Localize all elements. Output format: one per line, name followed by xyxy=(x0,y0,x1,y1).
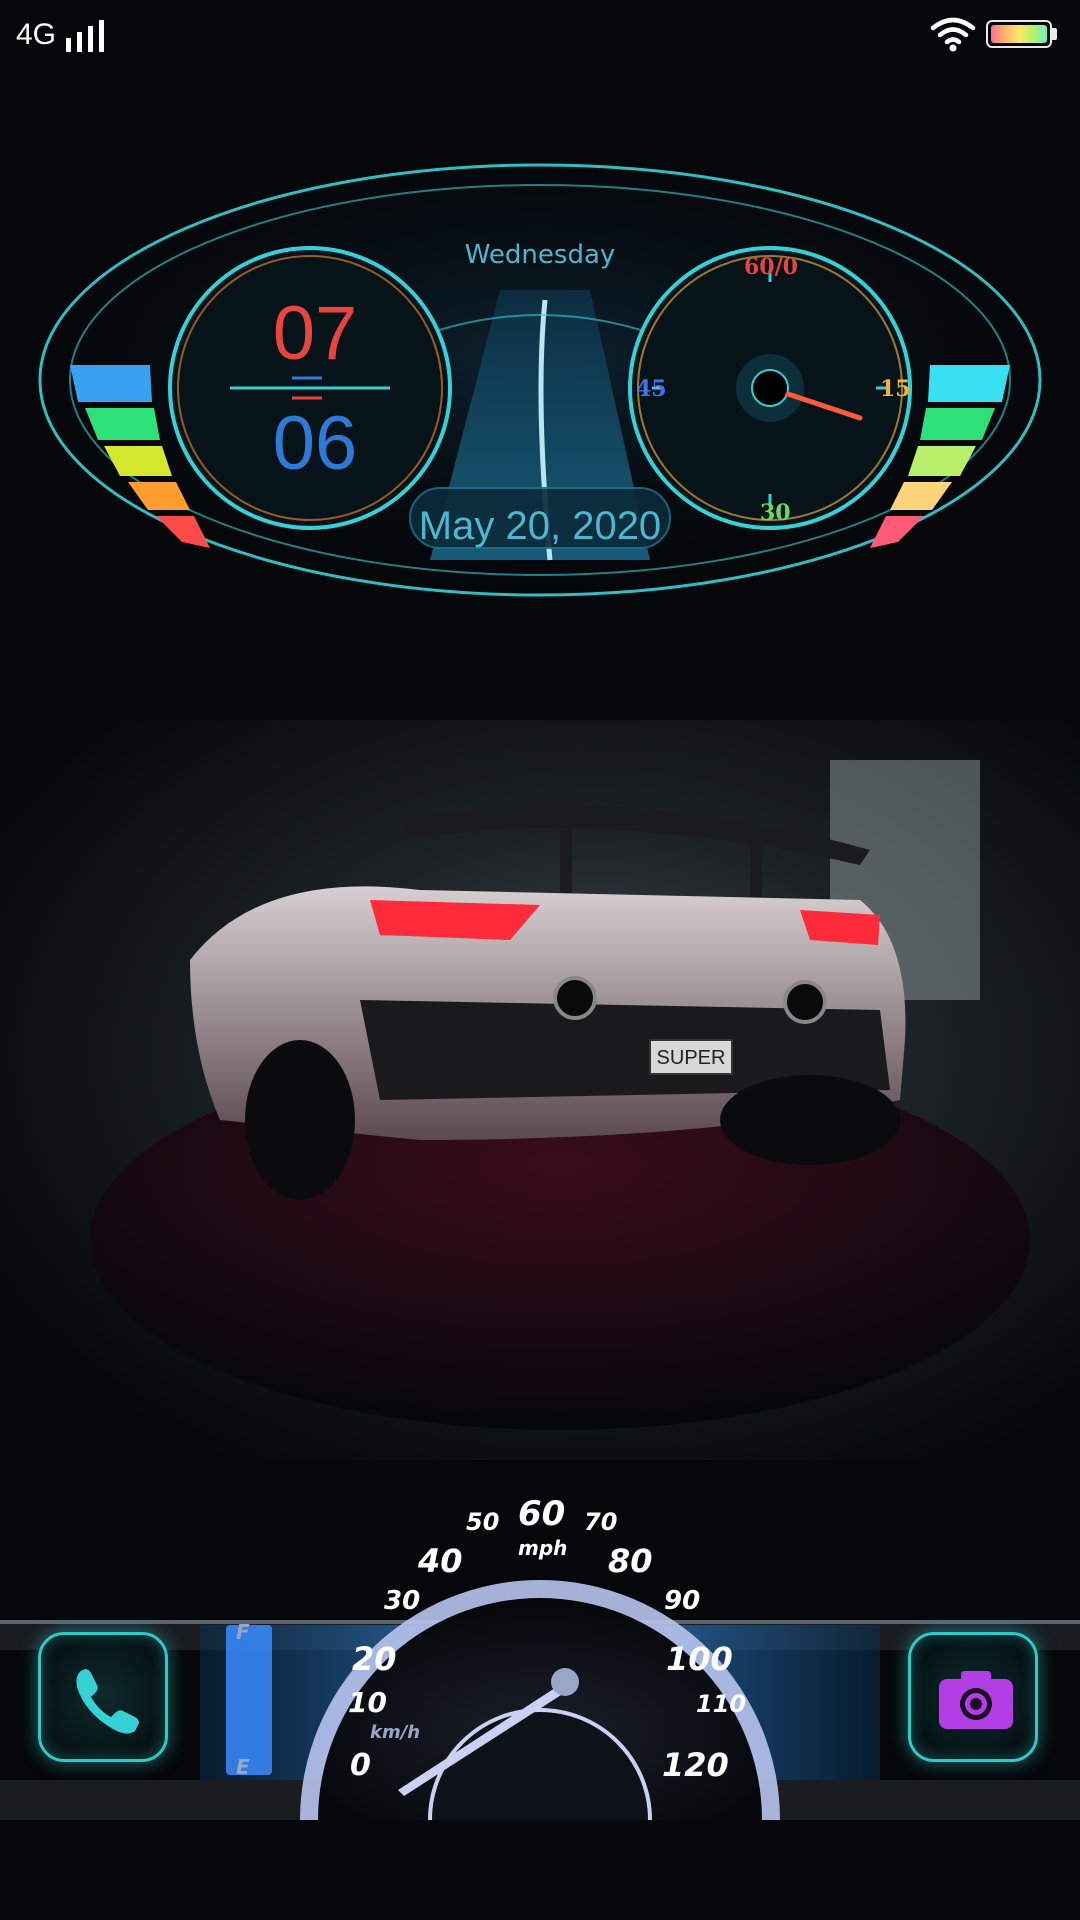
speed-label: 0 xyxy=(350,1748,371,1783)
speed-label: 10 xyxy=(348,1686,387,1719)
camera-app-button[interactable] xyxy=(908,1632,1038,1762)
phone-icon xyxy=(76,1669,139,1734)
speed-unit: mph xyxy=(518,1536,568,1560)
camera-icon xyxy=(939,1671,1013,1729)
weekday-label: Wednesday xyxy=(464,240,616,270)
speed-label: 100 xyxy=(666,1640,733,1678)
license-plate-text: SUPER xyxy=(657,1047,726,1069)
speed-label: 40 xyxy=(418,1542,463,1580)
dial-label-top: 60/0 xyxy=(744,254,798,280)
car-wallpaper-image: SUPER xyxy=(0,720,1080,1460)
clock-hours: 07 xyxy=(272,291,358,376)
phone-app-button[interactable] xyxy=(38,1632,168,1762)
dial-label-left: 45 xyxy=(636,376,667,402)
date-label: May 20, 2020 xyxy=(418,504,662,548)
speed-label: 120 xyxy=(662,1746,729,1784)
clock-minutes: 06 xyxy=(272,401,358,486)
dial-label-bottom: 30 xyxy=(760,500,791,526)
speed-label: 30 xyxy=(384,1586,421,1616)
battery-icon xyxy=(986,20,1052,48)
speed-label: 80 xyxy=(608,1542,653,1580)
speed-label: 20 xyxy=(352,1640,397,1678)
dial-label-right: 15 xyxy=(880,376,911,402)
speed-label: 90 xyxy=(664,1586,701,1616)
fuel-full-label: F xyxy=(236,1620,250,1644)
speed-label: 50 xyxy=(466,1508,500,1536)
status-bar: 4G xyxy=(0,0,1080,70)
battery-tip xyxy=(1052,28,1057,40)
fuel-empty-label: E xyxy=(236,1755,250,1779)
speed-label: 70 xyxy=(584,1508,618,1536)
signal-icon xyxy=(66,20,104,52)
wifi-icon xyxy=(930,17,976,52)
network-type: 4G xyxy=(16,18,57,51)
speed-label: 60 xyxy=(518,1494,566,1534)
speed-label: 110 xyxy=(696,1690,747,1718)
inner-unit: km/h xyxy=(370,1722,421,1743)
